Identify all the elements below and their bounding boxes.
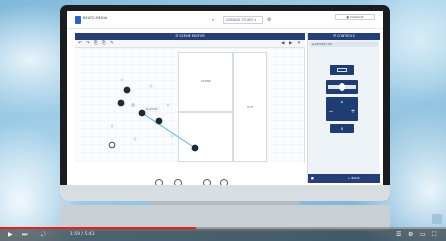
monitor-chin [60, 185, 390, 201]
next-icon[interactable]: ⏭ [22, 231, 27, 239]
graph-node-output[interactable] [108, 141, 116, 149]
stop-icon[interactable]: ■ [311, 175, 314, 182]
fullscreen-icon[interactable]: ⛶ [432, 231, 436, 239]
home-icon[interactable]: ⌂ [339, 99, 345, 104]
device-card-2[interactable] [326, 80, 358, 94]
redo-icon[interactable]: ↷ [86, 41, 90, 47]
theater-icon[interactable]: ▭ [420, 231, 426, 239]
node-label: PLAYLIST [146, 107, 158, 111]
captions-icon[interactable]: ☰ [396, 231, 401, 239]
graph-node[interactable] [117, 99, 125, 107]
app-topbar: BEATS MEDIA ▾ SIGNAGE STUDIO ▾ ⚙ ● SIGNA… [67, 11, 383, 29]
device-card-4[interactable]: ℹ [330, 124, 354, 133]
device-card-3[interactable]: ⌂ − + [326, 97, 358, 121]
brand-logo [75, 16, 81, 24]
account-menu[interactable]: ● SIGNAGE [335, 14, 375, 20]
transport-button-4[interactable] [220, 179, 228, 185]
controls-panel-header: ☰ CONTROLS [308, 33, 380, 40]
graph-node-minor[interactable] [131, 103, 135, 107]
brand-name: BEATS MEDIA [83, 16, 108, 20]
graph-node[interactable] [191, 144, 199, 152]
selector-small[interactable]: ▾ [207, 16, 219, 24]
undo-icon[interactable]: ↶ [78, 41, 82, 47]
device-card-1[interactable] [330, 65, 354, 75]
scene-canvas[interactable]: SCENE OUT PLAYLIST [75, 48, 305, 163]
canvas-header: ☰ SCENE EDITOR [75, 33, 305, 40]
controls-panel: ☰ CONTROLS ◈ DEVICE LIST ⌂ − + ℹ ■ ← BAC… [307, 33, 380, 183]
channel-watermark[interactable] [432, 214, 442, 224]
graph-node[interactable] [123, 86, 131, 94]
transport-button-2[interactable] [174, 179, 182, 185]
progress-fill [0, 227, 197, 229]
level-knob[interactable] [339, 83, 345, 91]
gear-icon[interactable]: ⚙ [267, 16, 271, 24]
transport-button-1[interactable] [155, 179, 163, 185]
device-list-tab[interactable]: ◈ DEVICE LIST [310, 42, 378, 47]
graph-node[interactable] [155, 117, 163, 125]
graph-node[interactable] [138, 109, 146, 117]
paste-icon[interactable]: ⎘ [102, 41, 106, 47]
edit-icon[interactable]: ✎ [110, 41, 114, 47]
close-icon[interactable]: ✕ [297, 41, 301, 47]
play-icon[interactable]: ▶ [8, 231, 13, 239]
video-player-controls: ▶ ⏭ 🔊 1:59 / 5:43 ☰ ⚙ ▭ ⛶ [0, 227, 446, 241]
graph-node-minor[interactable] [170, 134, 174, 138]
app-screen: BEATS MEDIA ▾ SIGNAGE STUDIO ▾ ⚙ ● SIGNA… [67, 11, 383, 185]
plus-button[interactable]: + [350, 109, 356, 115]
next-icon[interactable]: ▶ [289, 41, 292, 47]
controls-footer: ■ ← BACK [308, 174, 380, 183]
settings-icon[interactable]: ⚙ [408, 231, 413, 239]
editor-toolbar: ↶ ↷ ⎘ ⎘ ✎ ◀ ▶ ✕ [75, 40, 305, 48]
graph-node-minor[interactable] [149, 84, 153, 88]
progress-track[interactable] [0, 227, 446, 229]
graph-node-minor[interactable] [133, 137, 137, 141]
volume-icon[interactable]: 🔊 [40, 231, 46, 239]
time-display: 1:59 / 5:43 [70, 232, 95, 237]
back-button[interactable]: ← BACK [348, 175, 360, 182]
node-graph: PLAYLIST [108, 78, 199, 152]
prev-icon[interactable]: ◀ [281, 41, 284, 47]
transport-button-3[interactable] [203, 179, 211, 185]
copy-icon[interactable]: ⎘ [94, 41, 98, 47]
graph-node-minor[interactable] [120, 78, 124, 82]
graph-node-minor[interactable] [166, 103, 170, 107]
graph-node-minor[interactable] [110, 124, 114, 128]
minus-button[interactable]: − [328, 109, 334, 115]
device-card-screen [337, 68, 347, 72]
info-icon: ℹ [341, 126, 343, 131]
graph-link [141, 112, 196, 149]
workspace-select[interactable]: SIGNAGE STUDIO ▾ [223, 16, 263, 24]
